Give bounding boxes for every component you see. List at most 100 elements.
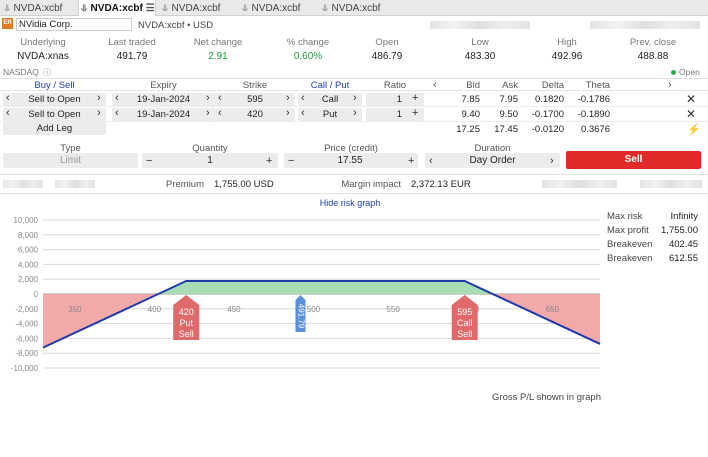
col-header-delta: Delta (541, 80, 564, 91)
lightning-icon: ⚡ (687, 124, 701, 136)
quote-label-3: % change (286, 37, 330, 48)
leg-ask: 9.50 (499, 109, 519, 120)
max-profit-value: 1,755.00 (661, 225, 698, 236)
strike-value: 420 (247, 109, 263, 120)
margin-label: Margin impact (341, 179, 401, 190)
expiry-prev-icon[interactable]: ‹ (115, 107, 119, 119)
margin-value: 2,372.13 EUR (411, 179, 471, 190)
strike-marker-label: Sell (457, 329, 472, 339)
sell-button[interactable]: Sell (566, 151, 701, 169)
remove-leg-button[interactable]: ✕ (683, 93, 699, 106)
expiry-next-icon[interactable]: › (206, 92, 210, 104)
expiry-next-icon[interactable]: › (206, 107, 210, 119)
col-header-expiry: Expiry (150, 80, 177, 91)
y-tick-label: -4,000 (15, 320, 38, 329)
market-status: Open (679, 67, 700, 77)
tab-nvda-5[interactable]: ⥥ NVDA:xcbf (320, 0, 395, 16)
price-input[interactable]: 17.55 (300, 155, 400, 166)
quantity-increment-button[interactable]: + (266, 155, 272, 167)
call-put-next-icon[interactable]: › (353, 92, 357, 104)
quantity-input[interactable]: 1 (160, 155, 260, 166)
buy-sell-next-icon[interactable]: › (97, 92, 101, 104)
market-status-icon: ⓘ (43, 68, 51, 77)
strike-prev-icon[interactable]: ‹ (218, 107, 222, 119)
breakeven-value-2: 612.55 (668, 253, 698, 264)
quote-value-6: 492.96 (551, 51, 583, 62)
x-tick-label: 450 (227, 305, 241, 314)
strike-next-icon[interactable]: › (286, 92, 290, 104)
tab-nvda-4[interactable]: ⥥ NVDA:xcbf (240, 0, 315, 16)
duration-value: Day Order (469, 155, 516, 166)
total-delta: -0.0120 (531, 124, 564, 135)
quantity-decrement-button[interactable]: − (146, 155, 152, 167)
leg-ask: 7.95 (499, 94, 519, 105)
quote-value-3: 0.60% (293, 51, 323, 62)
option-chain-icon: ⥥ (162, 3, 169, 13)
redacted-area (430, 21, 530, 29)
price-marker-label: 491.79 (296, 304, 305, 329)
option-chain-icon: ⥥ (242, 3, 249, 13)
strike-marker-label: 420 (179, 307, 194, 317)
x-tick-label: 400 (148, 305, 162, 314)
quote-label-5: Low (471, 37, 489, 48)
col-header-ratio: Ratio (383, 80, 407, 91)
add-leg-button[interactable]: Add Leg (3, 122, 106, 135)
leg-bid: 7.85 (461, 94, 481, 105)
col-header-bid: Bid (466, 80, 480, 91)
y-tick-label: 8,000 (18, 231, 39, 240)
max-risk-label: Max risk (607, 211, 643, 222)
y-tick-label: -2,000 (15, 305, 38, 314)
status-dot-icon (671, 70, 676, 75)
y-tick-label: -8,000 (15, 349, 38, 358)
tab-menu-icon[interactable]: ☰ (146, 3, 155, 14)
instrument-badge: ER (2, 18, 13, 29)
quote-value-0: NVDA:xnas (17, 51, 69, 62)
col-prev-icon[interactable]: ‹ (433, 79, 437, 91)
call-put-next-icon[interactable]: › (353, 107, 357, 119)
quote-value-1: 491.79 (116, 51, 148, 62)
col-next-icon[interactable]: › (668, 79, 672, 91)
price-increment-button[interactable]: + (408, 155, 414, 167)
y-tick-label: 2,000 (18, 275, 39, 284)
strike-marker-label: Put (179, 318, 193, 328)
call-put-prev-icon[interactable]: ‹ (301, 107, 305, 119)
call-put-value: Put (322, 109, 338, 120)
tab-nvda-1[interactable]: ⥥ NVDA:xcbf (2, 0, 72, 16)
max-risk-value: Infinity (670, 211, 698, 222)
option-chain-icon: ⥥ (81, 3, 88, 13)
duration-prev-icon[interactable]: ‹ (429, 155, 433, 167)
duration-next-icon[interactable]: › (550, 155, 554, 167)
y-tick-label: -10,000 (11, 364, 39, 373)
redacted-area (590, 21, 700, 29)
strike-next-icon[interactable]: › (286, 107, 290, 119)
call-put-prev-icon[interactable]: ‹ (301, 92, 305, 104)
expiry-prev-icon[interactable]: ‹ (115, 92, 119, 104)
buy-sell-value: Sell to Open (28, 109, 81, 120)
col-header-strike: Strike (242, 80, 268, 91)
tab-nvda-3[interactable]: ⥥ NVDA:xcbf (160, 0, 235, 16)
quote-value-4: 486.79 (371, 51, 403, 62)
remove-leg-button[interactable]: ✕ (683, 108, 699, 121)
strike-marker-label: 595 (457, 307, 472, 317)
total-ask: 17.45 (494, 124, 518, 135)
strike-prev-icon[interactable]: ‹ (218, 92, 222, 104)
order-type-select[interactable]: Limit (3, 153, 138, 168)
buy-sell-prev-icon[interactable]: ‹ (6, 107, 10, 119)
hide-risk-graph-link[interactable]: Hide risk graph (290, 198, 410, 208)
quote-value-7: 488.88 (637, 51, 669, 62)
buy-sell-value: Sell to Open (28, 94, 81, 105)
tab-nvda-2[interactable]: ⥥ NVDA:xcbf ☰ (78, 0, 156, 16)
buy-sell-next-icon[interactable]: › (97, 107, 101, 119)
ratio-increment-button[interactable]: + (412, 107, 418, 119)
ratio-increment-button[interactable]: + (412, 92, 418, 104)
instrument-search-field[interactable]: NVidia Corp. (16, 18, 132, 31)
expiry-value: 19-Jan-2024 (136, 94, 191, 105)
tab-bar: ⥥ NVDA:xcbf ⥥ NVDA:xcbf ☰ ⥥ NVDA:xcbf ⥥ NVDA:… (0, 0, 708, 16)
breakeven-value-1: 402.45 (668, 239, 698, 250)
y-tick-label: -6,000 (15, 334, 38, 343)
price-decrement-button[interactable]: − (288, 155, 294, 167)
quote-label-4: Open (375, 37, 399, 48)
buy-sell-prev-icon[interactable]: ‹ (6, 92, 10, 104)
quote-label-6: High (557, 37, 577, 48)
profit-region (158, 281, 493, 294)
